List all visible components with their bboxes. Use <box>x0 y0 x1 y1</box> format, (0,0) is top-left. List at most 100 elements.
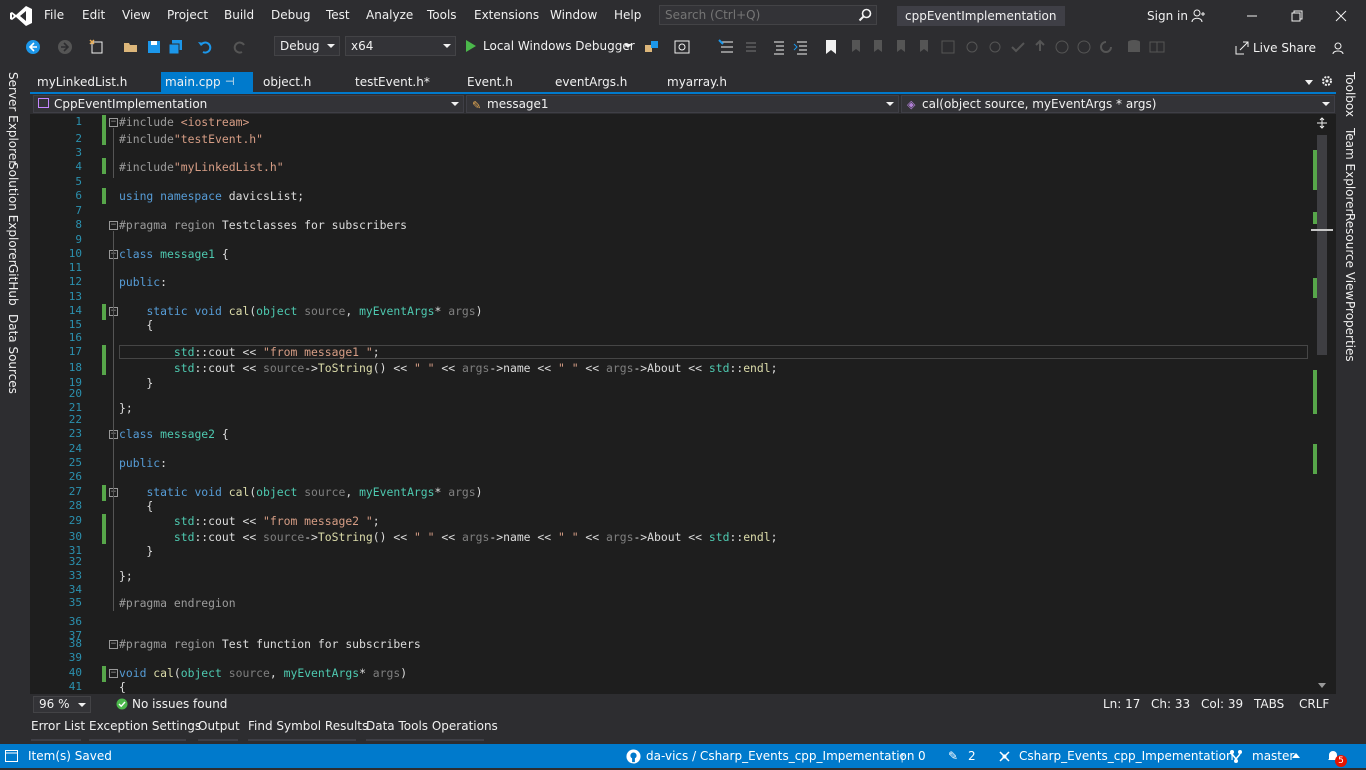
feedback-icon[interactable] <box>1330 40 1346 56</box>
output-tab[interactable]: Output <box>198 719 240 739</box>
code-line[interactable]: std::cout << "from message2 "; <box>119 514 380 528</box>
code-line[interactable]: { <box>119 499 153 513</box>
tab-list-chevron-icon[interactable] <box>1305 80 1313 85</box>
line-indicator[interactable]: Ln: 17 <box>1103 697 1140 711</box>
menu-help[interactable]: Help <box>614 8 641 24</box>
play-icon[interactable] <box>464 39 478 53</box>
user-add-icon[interactable] <box>1190 8 1206 24</box>
attach-icon[interactable] <box>963 38 981 56</box>
column-indicator[interactable]: Col: 39 <box>1201 697 1243 711</box>
code-line[interactable]: using namespace davicsList; <box>119 189 304 203</box>
fold-toggle-icon[interactable]: − <box>109 640 118 649</box>
code-line[interactable]: }; <box>119 401 133 415</box>
redo-icon[interactable] <box>231 38 249 56</box>
live-share-button[interactable]: Live Share <box>1253 41 1316 55</box>
scrollbar-thumb[interactable] <box>1317 135 1327 355</box>
char-indicator[interactable]: Ch: 33 <box>1151 697 1190 711</box>
data-tools-operations-tab[interactable]: Data Tools Operations <box>366 719 498 739</box>
menu-tools[interactable]: Tools <box>427 8 457 24</box>
menu-window[interactable]: Window <box>550 8 597 24</box>
forward-icon[interactable] <box>56 38 74 56</box>
member-scope-dropdown[interactable]: ◈ cal(object source, myEventArgs * args) <box>901 95 1335 113</box>
indent-mode-indicator[interactable]: TABS <box>1254 697 1284 711</box>
save-icon[interactable] <box>145 38 163 56</box>
code-line[interactable]: #pragma region Testclasses for subscribe… <box>119 218 407 232</box>
pending-changes-count[interactable]: 2 <box>968 749 976 763</box>
revert-icon[interactable] <box>1075 38 1093 56</box>
code-line[interactable]: std::cout << "from message1 "; <box>119 345 380 359</box>
find-symbol-results-tab[interactable]: Find Symbol Results <box>248 719 368 739</box>
back-icon[interactable] <box>24 38 42 56</box>
code-line[interactable]: } <box>119 376 153 390</box>
zoom-dropdown[interactable]: 96 % <box>33 696 91 713</box>
restore-icon[interactable] <box>1282 6 1312 26</box>
sign-in-link[interactable]: Sign in <box>1147 9 1188 23</box>
branch-chevron-up-icon[interactable] <box>1292 753 1300 758</box>
prev-bookmark-icon[interactable] <box>846 38 864 56</box>
code-line[interactable]: static void cal(object source, myEventAr… <box>119 485 482 499</box>
uncomment-icon[interactable] <box>793 38 811 56</box>
code-line[interactable]: std::cout << source->ToString() << " " <… <box>119 530 778 544</box>
menu-view[interactable]: View <box>122 8 150 24</box>
close-icon[interactable] <box>1326 6 1356 26</box>
code-line[interactable]: #include"testEvent.h" <box>119 132 263 146</box>
undo-icon[interactable] <box>196 38 214 56</box>
code-line[interactable]: class message1 { <box>119 247 229 261</box>
server-explorer-tab[interactable]: Server Explorer <box>4 72 20 165</box>
issues-status[interactable]: No issues found <box>132 697 227 711</box>
new-project-icon[interactable] <box>88 38 106 56</box>
split-editor-icon[interactable] <box>1316 117 1328 129</box>
refresh-icon[interactable] <box>1097 38 1115 56</box>
bookmark-icon[interactable] <box>822 38 840 56</box>
project-scope-dropdown[interactable]: CppEventImplementation <box>33 95 464 113</box>
compare-icon[interactable] <box>1148 38 1166 56</box>
fold-toggle-icon[interactable]: − <box>109 118 118 127</box>
code-line[interactable]: void cal(object source, myEventArgs* arg… <box>119 666 407 680</box>
browser-icon[interactable] <box>673 38 691 56</box>
search-box[interactable] <box>659 5 877 25</box>
menu-analyze[interactable]: Analyze <box>366 8 413 24</box>
platform-dropdown[interactable]: x64 <box>345 36 456 56</box>
configuration-dropdown[interactable]: Debug <box>274 36 340 56</box>
branch-name[interactable]: master <box>1252 749 1294 763</box>
code-line[interactable]: static void cal(object source, myEventAr… <box>119 304 482 318</box>
doc-tab-object[interactable]: object.h <box>259 72 315 92</box>
menu-project[interactable]: Project <box>167 8 208 24</box>
solution-explorer-tab[interactable]: Solution Explorer <box>4 162 20 265</box>
team-explorer-tab[interactable]: Team Explorer <box>1341 128 1357 214</box>
pencil-icon[interactable]: ✎ <box>948 749 958 763</box>
code-line[interactable]: class message2 { <box>119 427 229 441</box>
exception-settings-tab[interactable]: Exception Settings <box>89 719 201 739</box>
start-debugger-button[interactable]: Local Windows Debugger <box>483 39 635 53</box>
doc-tab-event[interactable]: Event.h <box>463 72 517 92</box>
doc-tab-eventargs[interactable]: eventArgs.h <box>551 72 631 92</box>
process-icon[interactable] <box>643 38 661 56</box>
menu-extensions[interactable]: Extensions <box>474 8 539 24</box>
code-line[interactable]: #include"myLinkedList.h" <box>119 160 284 174</box>
upload-icon[interactable] <box>1031 38 1049 56</box>
check-icon[interactable] <box>1009 38 1027 56</box>
live-share-icon[interactable] <box>1234 40 1250 56</box>
clear-bookmarks-icon[interactable] <box>914 38 932 56</box>
code-line[interactable]: #include <iostream> <box>119 115 249 129</box>
resource-view-tab[interactable]: Resource View <box>1341 213 1357 300</box>
doc-tab-myarray[interactable]: myarray.h <box>663 72 731 92</box>
code-line[interactable]: public: <box>119 275 167 289</box>
bookmark-folder-icon[interactable] <box>891 38 909 56</box>
toolbox-tab[interactable]: Toolbox <box>1341 72 1357 117</box>
repository-name[interactable]: Csharp_Events_cpp_Impementation <box>1019 749 1234 763</box>
code-line[interactable]: { <box>119 318 153 332</box>
detach-icon[interactable] <box>986 38 1004 56</box>
doc-tab-mylinkedlist[interactable]: myLinkedList.h <box>33 72 131 92</box>
code-line[interactable]: public: <box>119 456 167 470</box>
repository-link[interactable]: da-vics / Csharp_Events_cpp_Impementatio… <box>646 749 915 763</box>
doc-tab-main-cpp[interactable]: main.cpp ⊣ <box>161 72 253 92</box>
code-line[interactable]: #pragma region Test function for subscri… <box>119 637 421 651</box>
code-line[interactable]: std::cout << source->ToString() << " " <… <box>119 361 778 375</box>
fold-toggle-icon[interactable]: − <box>109 221 118 230</box>
database-icon[interactable] <box>1125 38 1143 56</box>
doc-tab-testevent[interactable]: testEvent.h* <box>351 72 434 92</box>
menu-build[interactable]: Build <box>224 8 254 24</box>
menu-edit[interactable]: Edit <box>82 8 105 24</box>
data-sources-tab[interactable]: Data Sources <box>4 314 20 394</box>
